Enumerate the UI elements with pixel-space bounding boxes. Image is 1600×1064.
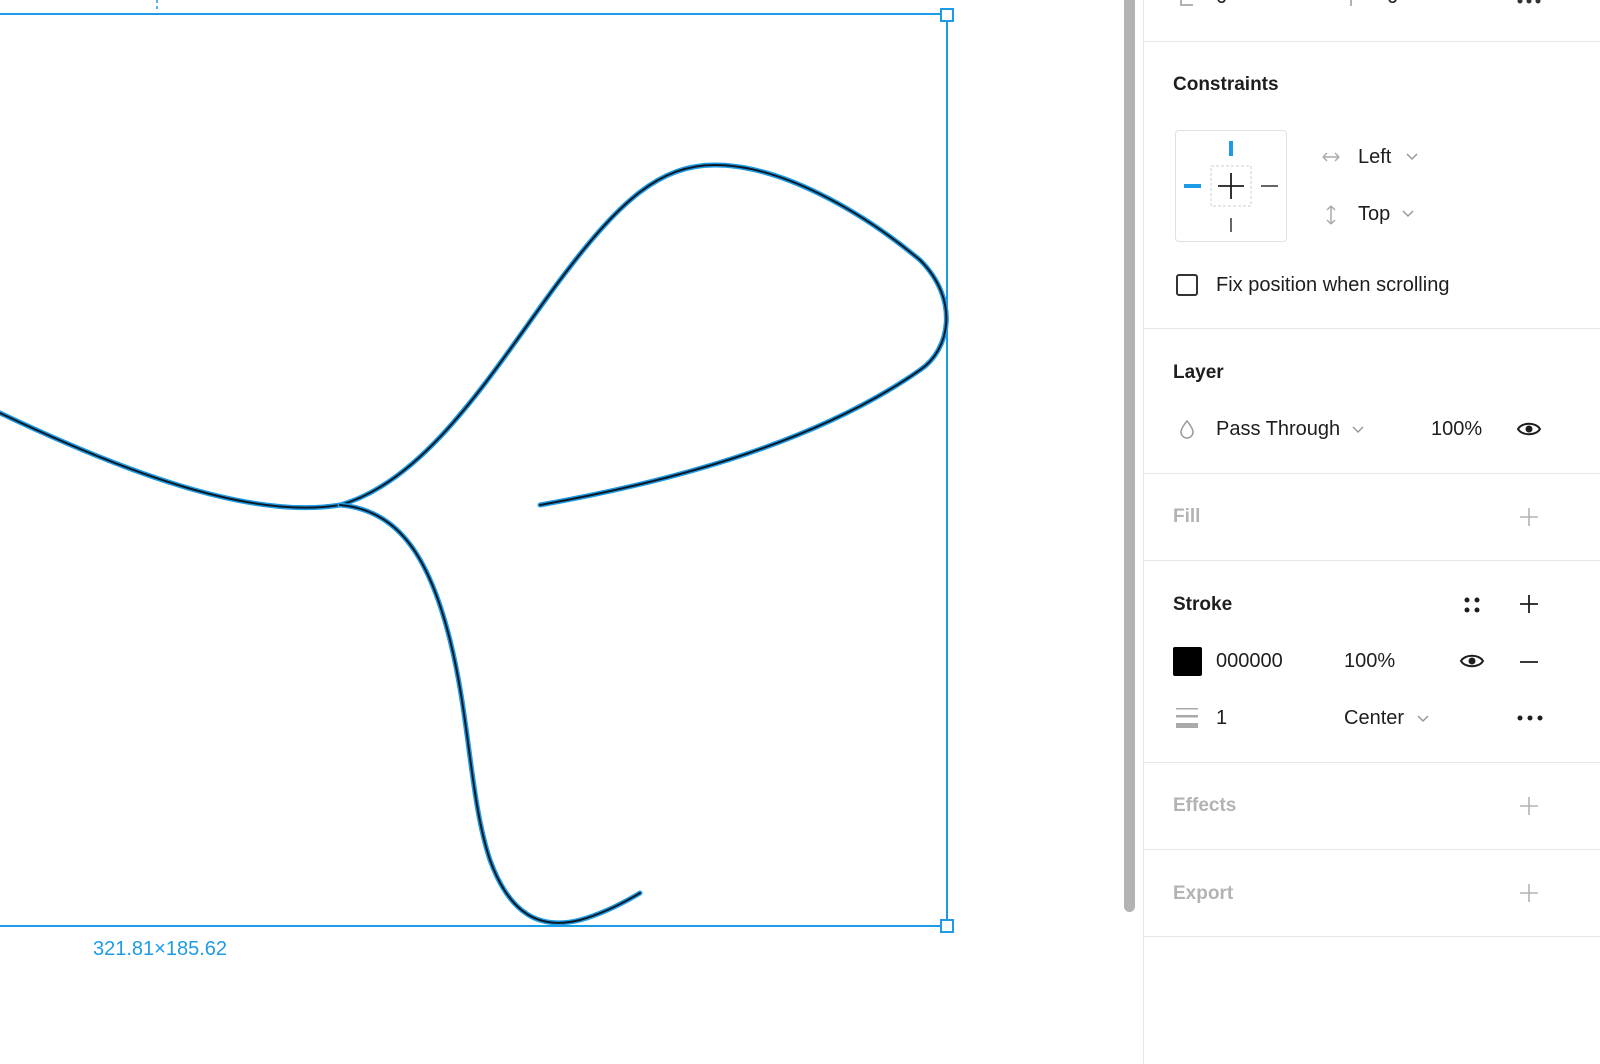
stroke-color-swatch[interactable] xyxy=(1173,647,1202,676)
fill-title: Fill xyxy=(1173,506,1201,527)
properties-panel: 0 0 Constraints Left Top Fix position wh… xyxy=(1143,0,1600,1064)
canvas-scrollbar[interactable] xyxy=(1124,0,1135,912)
layer-opacity-value[interactable]: 100% xyxy=(1431,418,1482,441)
divider xyxy=(1144,560,1600,561)
chevron-down-icon[interactable] xyxy=(1352,425,1364,435)
divider xyxy=(1144,936,1600,937)
remove-stroke-icon[interactable] xyxy=(1519,652,1539,672)
corner-radius-icon xyxy=(1180,0,1193,6)
resize-handle-bottom-right[interactable] xyxy=(940,919,954,933)
add-stroke-icon[interactable] xyxy=(1519,594,1539,614)
vertical-constraint-value[interactable]: Top xyxy=(1358,203,1390,226)
top-right-value[interactable]: 0 xyxy=(1387,0,1398,9)
canvas-drawing[interactable] xyxy=(0,0,1120,1064)
divider xyxy=(1144,849,1600,850)
stroke-weight-value[interactable]: 1 xyxy=(1216,707,1227,730)
stroke-title: Stroke xyxy=(1173,594,1233,615)
style-grid-icon[interactable] xyxy=(1462,595,1482,615)
effects-title: Effects xyxy=(1173,795,1237,816)
selection-size-label: 321.81×185.62 xyxy=(92,938,228,960)
constraints-title: Constraints xyxy=(1173,74,1279,95)
stroke-align-value[interactable]: Center xyxy=(1344,707,1404,730)
horizontal-constraint-value[interactable]: Left xyxy=(1358,146,1391,169)
add-export-icon[interactable] xyxy=(1519,883,1539,903)
fix-position-checkbox[interactable] xyxy=(1176,274,1198,296)
add-effect-icon[interactable] xyxy=(1519,796,1539,816)
eye-icon[interactable] xyxy=(1516,418,1542,440)
fix-position-label[interactable]: Fix position when scrolling xyxy=(1216,274,1449,297)
stroke-color-hex[interactable]: 000000 xyxy=(1216,650,1283,673)
design-canvas[interactable]: 321.81×185.62 xyxy=(0,0,1120,1064)
vertical-arrows-icon xyxy=(1326,205,1336,225)
export-title: Export xyxy=(1173,883,1234,904)
eye-icon[interactable] xyxy=(1459,650,1485,672)
more-options-icon[interactable] xyxy=(1516,713,1544,723)
constraints-diagram xyxy=(1184,141,1278,232)
more-icon-top[interactable] xyxy=(1516,0,1542,5)
divider xyxy=(1144,762,1600,763)
resize-handle-top-right[interactable] xyxy=(940,8,954,22)
blend-mode-value[interactable]: Pass Through xyxy=(1216,418,1340,441)
constraints-widget[interactable] xyxy=(1175,130,1287,242)
horizontal-arrows-icon xyxy=(1322,152,1340,162)
divider xyxy=(1144,328,1600,329)
chevron-down-icon[interactable] xyxy=(1417,714,1429,724)
top-divider-icon xyxy=(1350,0,1352,6)
divider xyxy=(1144,41,1600,42)
stroke-opacity-value[interactable]: 100% xyxy=(1344,650,1395,673)
vector-path[interactable] xyxy=(0,162,949,926)
top-left-value[interactable]: 0 xyxy=(1216,0,1227,9)
layer-title: Layer xyxy=(1173,362,1224,383)
divider xyxy=(1144,473,1600,474)
add-fill-icon[interactable] xyxy=(1519,507,1539,527)
chevron-down-icon[interactable] xyxy=(1402,209,1414,219)
blend-mode-drop-icon xyxy=(1180,419,1194,439)
chevron-down-icon[interactable] xyxy=(1406,152,1418,162)
stroke-weight-icon xyxy=(1176,708,1198,728)
